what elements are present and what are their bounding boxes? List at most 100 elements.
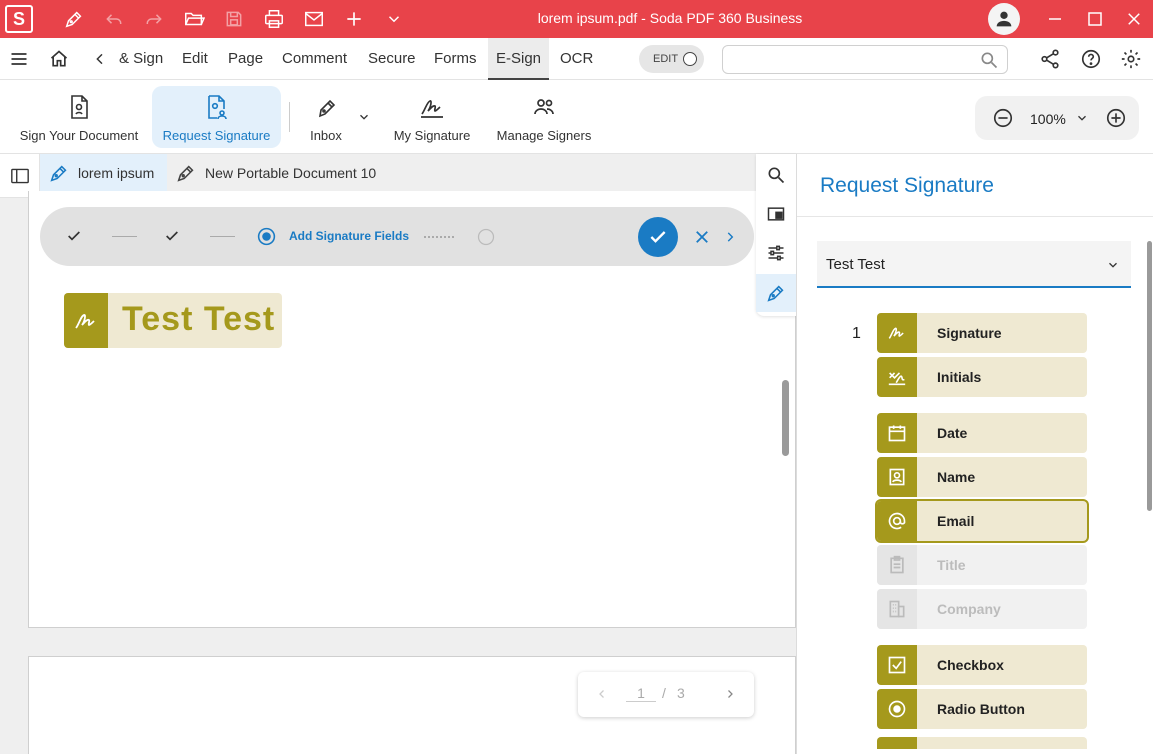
minimize-icon[interactable] xyxy=(1035,0,1075,38)
inbox-button[interactable]: Inbox xyxy=(300,86,352,148)
menu-comment[interactable]: Comment xyxy=(274,38,355,80)
signature-steps-bar: Add Signature Fields xyxy=(40,207,754,266)
placed-signature-field[interactable]: Test Test xyxy=(64,293,282,348)
undo-icon[interactable] xyxy=(94,0,134,38)
menu-page[interactable]: Page xyxy=(220,38,271,80)
sliders-icon[interactable] xyxy=(756,234,796,272)
menu-ocr[interactable]: OCR xyxy=(552,38,601,80)
app-logo[interactable]: S xyxy=(5,5,33,33)
signer-number: 1 xyxy=(852,325,861,342)
step-done-check-icon xyxy=(66,228,82,244)
my-signature-button[interactable]: My Signature xyxy=(386,86,478,148)
next-page-icon[interactable] xyxy=(724,688,736,700)
step-connector-pending xyxy=(424,236,454,238)
inbox-chevron-down-icon[interactable] xyxy=(357,110,371,124)
document-scrollbar[interactable] xyxy=(782,380,789,456)
request-signature-button[interactable]: Request Signature xyxy=(152,86,281,148)
zoom-in-icon[interactable] xyxy=(1105,107,1127,129)
page-total: 3 xyxy=(677,685,685,701)
zoom-out-icon[interactable] xyxy=(992,107,1014,129)
chevron-left-icon[interactable] xyxy=(90,49,110,69)
request-signature-icon xyxy=(205,94,229,120)
panel-view-icon[interactable] xyxy=(756,195,796,233)
step-current-radio-icon xyxy=(256,226,277,247)
menu-forms[interactable]: Forms xyxy=(426,38,485,80)
clipboard-icon xyxy=(877,545,917,585)
field-date[interactable]: Date xyxy=(877,413,1087,453)
step-connector xyxy=(210,236,235,237)
field-title: Title xyxy=(877,545,1087,585)
gear-icon[interactable] xyxy=(1120,48,1142,70)
tab-pen-icon xyxy=(48,162,70,184)
pen-icon[interactable] xyxy=(54,0,94,38)
document-sign-icon xyxy=(67,94,91,120)
at-icon xyxy=(877,501,917,541)
users-icon xyxy=(532,94,556,120)
panel-title: Request Signature xyxy=(820,174,994,197)
menu-bar: & Sign Edit Page Comment Secure Forms E-… xyxy=(0,38,1153,80)
plus-icon[interactable] xyxy=(334,0,374,38)
checkbox-icon xyxy=(877,645,917,685)
field-radio-button[interactable]: Radio Button xyxy=(877,689,1087,729)
confirm-check-button[interactable] xyxy=(638,217,678,257)
field-checkbox[interactable]: Checkbox xyxy=(877,645,1087,685)
zoom-level[interactable]: 100% xyxy=(1030,111,1066,127)
edit-mode-toggle[interactable]: EDIT xyxy=(639,45,704,73)
panel-divider xyxy=(797,216,1153,217)
signature-icon xyxy=(64,293,108,348)
field-signature[interactable]: Signature xyxy=(877,313,1087,353)
search-box xyxy=(722,45,1008,74)
cancel-close-icon[interactable] xyxy=(693,228,711,246)
building-icon xyxy=(877,589,917,629)
close-icon[interactable] xyxy=(1114,0,1153,38)
step-pending-circle-icon xyxy=(476,227,496,247)
radio-icon xyxy=(877,689,917,729)
page-number-input[interactable]: 1 xyxy=(626,685,656,702)
menu-secure[interactable]: Secure xyxy=(360,38,424,80)
save-icon[interactable] xyxy=(214,0,254,38)
mail-icon[interactable] xyxy=(294,0,334,38)
menu-edit[interactable]: Edit xyxy=(174,38,216,80)
avatar[interactable] xyxy=(988,3,1020,35)
redo-icon[interactable] xyxy=(134,0,174,38)
prev-page-icon[interactable] xyxy=(596,688,608,700)
tab-new-portable-document[interactable]: New Portable Document 10 xyxy=(167,154,407,191)
step-connector xyxy=(112,236,137,237)
field-initials[interactable]: Initials xyxy=(877,357,1087,397)
signer-dropdown[interactable]: Test Test xyxy=(817,241,1131,288)
esign-pen-icon[interactable] xyxy=(756,274,796,312)
menu-sign[interactable]: & Sign xyxy=(111,38,171,80)
signature-icon xyxy=(877,313,917,353)
print-icon[interactable] xyxy=(254,0,294,38)
current-step-label: Add Signature Fields xyxy=(289,229,410,243)
step-done-check-icon xyxy=(164,228,180,244)
chevron-down-icon xyxy=(1106,258,1120,272)
zoom-control: 100% xyxy=(975,96,1139,140)
toggle-knob xyxy=(683,52,697,66)
search-icon[interactable] xyxy=(756,156,796,194)
tab-lorem-ipsum[interactable]: lorem ipsum xyxy=(40,154,167,191)
field-name[interactable]: Name xyxy=(877,457,1087,497)
help-icon[interactable] xyxy=(1080,48,1102,70)
page-navigator: 1 / 3 xyxy=(578,672,754,717)
field-company: Company xyxy=(877,589,1087,629)
panel-scrollbar[interactable] xyxy=(1147,241,1152,511)
sign-your-document-button[interactable]: Sign Your Document xyxy=(12,86,146,148)
hamburger-menu-icon[interactable] xyxy=(6,47,32,71)
signature-field-name: Test Test xyxy=(122,300,276,338)
home-icon[interactable] xyxy=(46,47,72,71)
edit-toggle-label: EDIT xyxy=(653,53,679,65)
maximize-icon[interactable] xyxy=(1075,0,1115,38)
chevron-right-icon[interactable] xyxy=(723,230,737,244)
name-card-icon xyxy=(877,457,917,497)
field-email[interactable]: Email xyxy=(877,501,1087,541)
zoom-chevron-down-icon[interactable] xyxy=(1075,111,1089,125)
chevron-down-icon[interactable] xyxy=(374,0,414,38)
search-input[interactable] xyxy=(723,46,963,73)
tab-pen-icon xyxy=(175,162,197,184)
manage-signers-button[interactable]: Manage Signers xyxy=(490,86,598,148)
search-icon[interactable] xyxy=(979,50,999,70)
open-folder-icon[interactable] xyxy=(174,0,214,38)
menu-e-sign[interactable]: E-Sign xyxy=(488,38,550,80)
share-icon[interactable] xyxy=(1039,48,1061,70)
